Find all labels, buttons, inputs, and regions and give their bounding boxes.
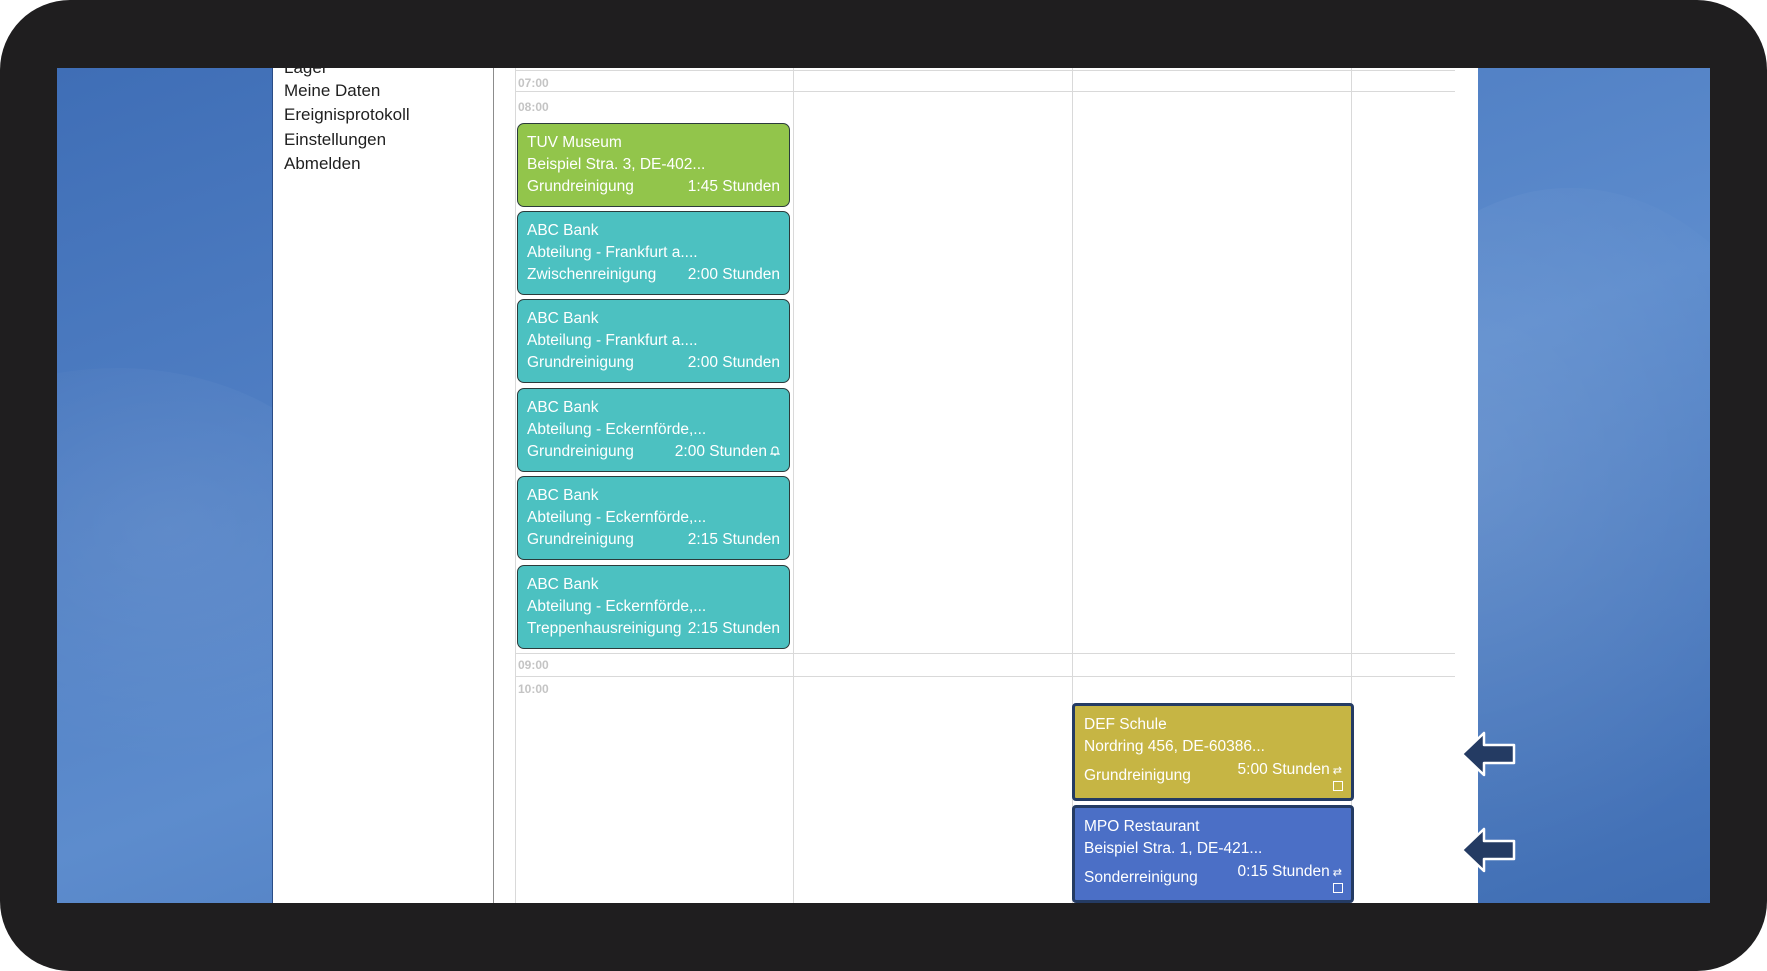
event-service: Grundreinigung [527,178,634,195]
event-service: Grundreinigung [527,354,634,371]
time-label-0700: 07:00 [518,76,549,90]
event-duration-group: 5:00 Stunden ⇄ [1238,761,1342,780]
time-label-1000: 10:00 [518,682,549,696]
hour-line [515,91,1455,92]
event-address: Abteilung - Eckernförde,... [527,421,707,438]
checkbox-icon[interactable] [1333,781,1343,791]
device-frame: Lager Meine Daten Ereignisprotokoll Eins… [0,0,1767,971]
event-duration-group: 0:15 Stunden ⇄ [1238,863,1342,882]
event-title: ABC Bank [527,399,599,416]
event-card[interactable]: ABC Bank Abteilung - Eckernförde,... Gru… [517,476,790,560]
event-title: DEF Schule [1084,716,1167,733]
event-title: MPO Restaurant [1084,818,1200,835]
event-card-selected[interactable]: MPO Restaurant Beispiel Stra. 1, DE-421.… [1072,805,1354,903]
event-duration-group: 2:00 Stunden [674,443,781,461]
event-duration: 0:15 Stunden [1237,863,1330,880]
sidebar-item-lager[interactable]: Lager [284,68,327,78]
event-title: ABC Bank [527,487,599,504]
event-card[interactable]: ABC Bank Abteilung - Frankfurt a.... Gru… [517,299,790,383]
bell-icon [769,446,781,457]
time-label-0900: 09:00 [518,658,549,672]
sidebar-item-abmelden[interactable]: Abmelden [284,154,361,174]
event-service: Grundreinigung [527,443,634,460]
sidebar-item-ereignisprotokoll[interactable]: Ereignisprotokoll [284,105,410,125]
left-arrow-icon [1460,827,1516,873]
event-duration: 2:00 Stunden [674,443,767,460]
sidebar: Lager Meine Daten Ereignisprotokoll Eins… [272,68,494,903]
event-address: Beispiel Stra. 1, DE-421... [1084,840,1263,857]
event-title: ABC Bank [527,222,599,239]
event-address: Abteilung - Eckernförde,... [527,509,707,526]
event-service: Grundreinigung [527,531,634,548]
event-duration: 2:15 Stunden [687,531,780,548]
event-duration: 5:00 Stunden [1237,761,1330,778]
left-arrow-icon [1460,731,1516,777]
hour-line [515,70,1455,71]
event-duration: 2:00 Stunden [687,354,780,371]
event-service: Treppenhausreinigung [527,620,682,637]
event-address: Abteilung - Eckernförde,... [527,598,707,615]
hour-line [515,653,1455,654]
event-card[interactable]: ABC Bank Abteilung - Eckernförde,... Tre… [517,565,790,649]
event-title: TUV Museum [527,134,622,151]
hour-line [515,676,1455,677]
event-title: ABC Bank [527,310,599,327]
event-card-selected[interactable]: DEF Schule Nordring 456, DE-60386... Gru… [1072,703,1354,801]
event-address: Abteilung - Frankfurt a.... [527,332,698,349]
event-card[interactable]: ABC Bank Abteilung - Eckernförde,... Gru… [517,388,790,472]
event-duration: 2:15 Stunden [687,620,780,637]
sidebar-item-einstellungen[interactable]: Einstellungen [284,130,386,150]
checkbox-icon[interactable] [1333,883,1343,893]
event-address: Nordring 456, DE-60386... [1084,738,1265,755]
event-card[interactable]: ABC Bank Abteilung - Frankfurt a.... Zwi… [517,211,790,295]
calendar-view: 07:00 08:00 09:00 10:00 TUV Museum Beisp… [494,68,1478,903]
event-service: Grundreinigung [1084,767,1191,784]
calendar-column-divider [515,68,516,903]
event-service: Sonderreinigung [1084,869,1198,886]
event-card[interactable]: TUV Museum Beispiel Stra. 3, DE-402... G… [517,123,790,207]
event-address: Abteilung - Frankfurt a.... [527,244,698,261]
sidebar-item-meine-daten[interactable]: Meine Daten [284,81,380,101]
event-duration: 2:00 Stunden [687,266,780,283]
event-service: Zwischenreinigung [527,266,657,283]
event-title: ABC Bank [527,576,599,593]
desktop-background: Lager Meine Daten Ereignisprotokoll Eins… [57,68,1710,903]
time-label-0800: 08:00 [518,100,549,114]
calendar-column-divider [793,68,794,903]
swap-icon: ⇄ [1332,765,1342,777]
event-address: Beispiel Stra. 3, DE-402... [527,156,706,173]
swap-icon: ⇄ [1332,867,1342,879]
event-duration: 1:45 Stunden [687,178,780,195]
